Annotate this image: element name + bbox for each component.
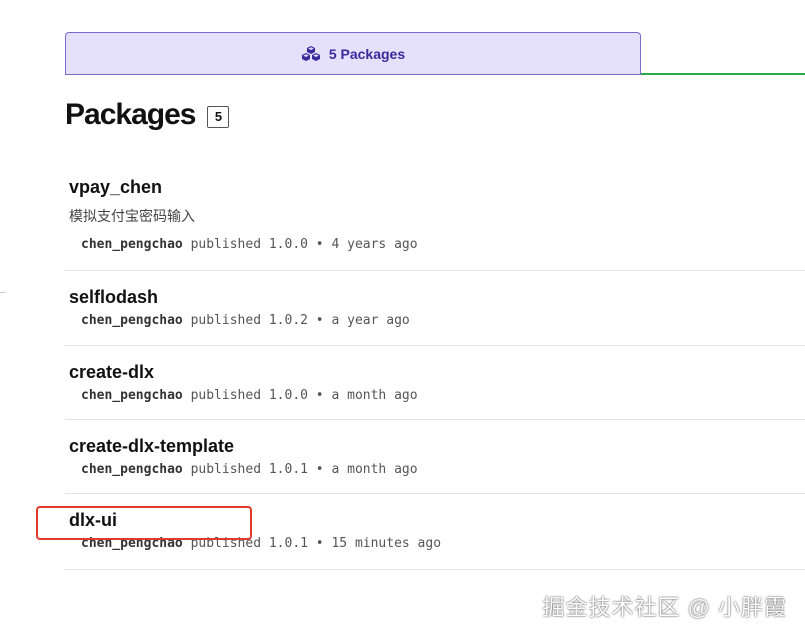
package-meta: chen_pengchao published 1.0.2 • a year a…: [69, 312, 805, 330]
package-author-link[interactable]: chen_pengchao: [81, 536, 183, 551]
package-author-link[interactable]: chen_pengchao: [81, 313, 183, 328]
watermark: 掘金技术社区 @ 小胖霞: [542, 595, 787, 620]
package-item: create-dlx-template chen_pengchao publis…: [65, 420, 805, 494]
package-list: vpay_chen 模拟支付宝密码输入 chen_pengchao publis…: [65, 162, 805, 570]
package-published: published 1.0.1 • 15 minutes ago: [190, 536, 442, 551]
package-meta: chen_pengchao published 1.0.0 • a month …: [69, 387, 805, 405]
package-published: published 1.0.2 • a year ago: [190, 313, 410, 328]
package-name-link[interactable]: selflodash: [69, 286, 158, 308]
package-item: create-dlx chen_pengchao published 1.0.0…: [65, 346, 805, 420]
package-published: published 1.0.0 • a month ago: [190, 388, 418, 403]
packages-icon: [301, 45, 321, 63]
package-author-link[interactable]: chen_pengchao: [81, 462, 183, 477]
package-meta: chen_pengchao published 1.0.1 • a month …: [69, 461, 805, 479]
package-published: published 1.0.0 • 4 years ago: [190, 237, 418, 252]
package-description: 模拟支付宝密码输入: [69, 208, 195, 224]
packages-tab[interactable]: 5 Packages: [65, 32, 641, 74]
page-heading: Packages 5: [65, 98, 230, 132]
package-author-link[interactable]: chen_pengchao: [81, 237, 183, 252]
package-meta: chen_pengchao published 1.0.1 • 15 minut…: [69, 535, 805, 553]
tab-bottom-border: [65, 74, 641, 75]
count-badge: 5: [207, 106, 230, 128]
package-name-link[interactable]: create-dlx-template: [69, 435, 234, 457]
package-name-link[interactable]: dlx-ui: [69, 509, 117, 531]
package-meta: chen_pengchao published 1.0.0 • 4 years …: [69, 236, 805, 254]
package-item: vpay_chen 模拟支付宝密码输入 chen_pengchao publis…: [65, 162, 805, 271]
packages-tab-label: 5 Packages: [328, 45, 406, 62]
package-published: published 1.0.1 • a month ago: [190, 462, 418, 477]
page-title: Packages: [65, 98, 196, 131]
tab-underline: [641, 73, 805, 75]
package-item: selflodash chen_pengchao published 1.0.2…: [65, 271, 805, 346]
package-name-link[interactable]: create-dlx: [69, 361, 154, 383]
package-name-link[interactable]: vpay_chen: [69, 176, 162, 198]
left-edge-divider: [0, 292, 6, 293]
package-item: dlx-ui chen_pengchao published 1.0.1 • 1…: [65, 494, 805, 570]
package-author-link[interactable]: chen_pengchao: [81, 388, 183, 403]
